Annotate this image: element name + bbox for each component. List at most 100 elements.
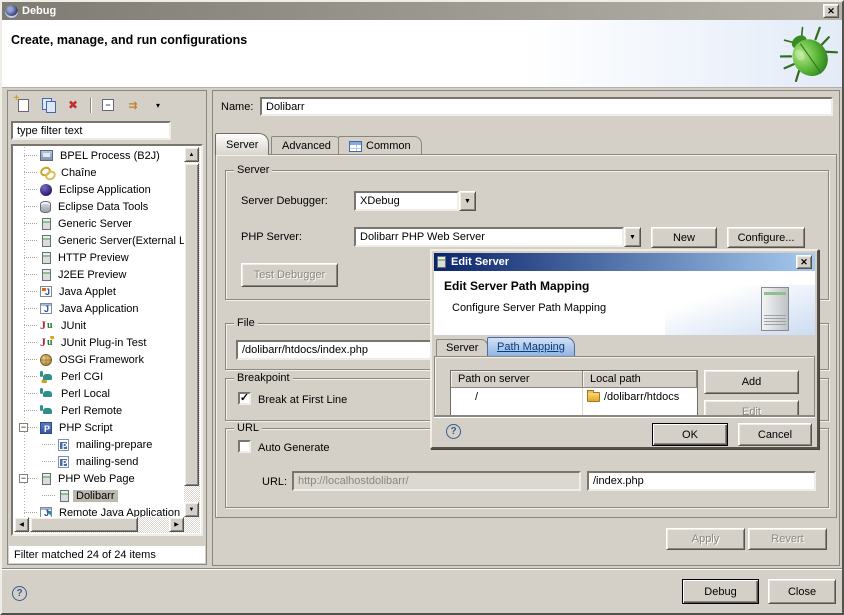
scroll-left-button[interactable]: ◀ <box>14 517 29 532</box>
tree-item-bpel-process-b2j[interactable]: BPEL Process (B2J) <box>14 147 184 164</box>
scroll-down-button[interactable]: ▼ <box>184 502 199 517</box>
tab-advanced[interactable]: Advanced <box>271 136 342 155</box>
tree-item-eclipse-application[interactable]: Eclipse Application <box>14 181 184 198</box>
tree-collapse-toggle[interactable]: − <box>19 423 28 432</box>
tree-item-cha-ne[interactable]: Chaîne <box>14 164 184 181</box>
name-input[interactable]: Dolibarr <box>260 97 833 116</box>
url-input[interactable]: http://localhostdolibarr/ <box>292 471 581 491</box>
tree-item-perl-cgi[interactable]: Perl CGI <box>14 368 184 385</box>
dialog-help-button[interactable]: ? <box>446 424 461 439</box>
dialog-tab-server[interactable]: Server <box>436 339 488 356</box>
add-mapping-button[interactable]: Add <box>704 370 799 394</box>
tree-item-label: OSGi Framework <box>56 354 147 366</box>
tree-item-eclipse-data-tools[interactable]: Eclipse Data Tools <box>14 198 184 215</box>
help-button[interactable]: ? <box>12 586 27 601</box>
break-at-first-line-label: Break at First Line <box>258 394 347 406</box>
scroll-up-button[interactable]: ▲ <box>184 147 199 162</box>
filter-launch-configs-button[interactable]: ⇉ <box>125 97 141 113</box>
scroll-right-button[interactable]: ▶ <box>169 517 184 532</box>
collapse-all-icon: − <box>102 99 114 111</box>
revert-button[interactable]: Revert <box>748 528 827 550</box>
server-debugger-label: Server Debugger: <box>241 195 328 207</box>
vertical-scroll-thumb[interactable] <box>184 163 199 486</box>
dialog-title: Edit Server <box>451 256 509 268</box>
php-server-combo[interactable]: Dolibarr PHP Web Server ▼ <box>354 227 641 247</box>
tree-item-label: Perl Remote <box>58 405 125 417</box>
perl-icon <box>40 404 54 417</box>
url-group-legend: URL <box>234 422 262 434</box>
tree-collapse-toggle[interactable]: − <box>19 474 28 483</box>
tree-item-generic-server[interactable]: Generic Server <box>14 215 184 232</box>
collapse-all-button[interactable]: − <box>100 97 116 113</box>
auto-generate-checkbox[interactable] <box>238 440 251 453</box>
tree-item-label: Generic Server(External La <box>55 235 184 247</box>
new-server-button[interactable]: New <box>651 227 717 248</box>
new-config-icon <box>18 99 29 112</box>
test-debugger-button[interactable]: Test Debugger <box>241 263 338 287</box>
chain-icon <box>40 166 54 179</box>
tree-item-label: mailing-prepare <box>73 439 155 451</box>
new-config-button[interactable] <box>15 97 31 113</box>
cancel-button[interactable]: Cancel <box>738 423 812 446</box>
column-header-path-on-server[interactable]: Path on server <box>451 371 583 388</box>
tree-item-perl-remote[interactable]: Perl Remote <box>14 402 184 419</box>
tree-item-java-application[interactable]: Java Application <box>14 300 184 317</box>
combo-arrow-icon[interactable]: ▼ <box>624 227 641 247</box>
mapping-row[interactable]: //dolibarr/htdocs <box>451 388 697 405</box>
filter-input[interactable]: type filter text <box>11 121 171 140</box>
empty-row-area <box>451 405 697 416</box>
auto-generate-label: Auto Generate <box>258 442 330 454</box>
common-tab-icon <box>349 141 362 152</box>
tab-common[interactable]: Common <box>338 136 422 155</box>
toolbar-dropdown-caret[interactable]: ▾ <box>150 97 166 113</box>
url-path-input[interactable]: /index.php <box>587 471 816 491</box>
tree-item-php-script[interactable]: −PHP Script <box>14 419 184 436</box>
junit-plugin-icon <box>40 336 54 349</box>
combo-arrow-icon[interactable]: ▼ <box>459 191 476 211</box>
debug-button[interactable]: Debug <box>682 579 759 604</box>
break-at-first-line-checkbox[interactable]: ✓ <box>238 392 251 405</box>
configure-server-button[interactable]: Configure... <box>727 227 805 248</box>
close-button[interactable]: Close <box>768 579 836 604</box>
dialog-tab-path-mapping[interactable]: Path Mapping <box>487 337 575 356</box>
tree-item-junit-plug-in-test[interactable]: JUnit Plug-in Test <box>14 334 184 351</box>
dialog-close-button[interactable]: ✕ <box>796 255 812 269</box>
tree-item-remote-java-application[interactable]: Remote Java Application <box>14 504 184 517</box>
tree-item-osgi-framework[interactable]: OSGi Framework <box>14 351 184 368</box>
tree-item-generic-server-external-la[interactable]: Generic Server(External La <box>14 232 184 249</box>
server-icon <box>42 218 51 230</box>
tree-item-junit[interactable]: JUnit <box>14 317 184 334</box>
dialog-tabs: Server Path Mapping <box>434 337 817 356</box>
edit-mapping-button[interactable]: Edit <box>704 400 799 416</box>
tree-item-label: J2EE Preview <box>55 269 129 281</box>
tree-vertical-scrollbar[interactable]: ▲ ▼ <box>184 147 200 517</box>
tab-server[interactable]: Server <box>215 133 269 155</box>
duplicate-config-button[interactable] <box>40 97 56 113</box>
delete-config-button[interactable]: ✖ <box>65 97 81 113</box>
server-debugger-combo[interactable]: XDebug ▼ <box>354 191 476 211</box>
perl-cgi-icon <box>40 370 54 383</box>
tab-server-label: Server <box>226 139 258 151</box>
horizontal-scroll-thumb[interactable] <box>30 517 138 532</box>
tree-item-http-preview[interactable]: HTTP Preview <box>14 249 184 266</box>
tree-item-dolibarr[interactable]: Dolibarr <box>14 487 184 504</box>
tree-item-label: Java Applet <box>56 286 119 298</box>
apply-button[interactable]: Apply <box>666 528 745 550</box>
tree-item-perl-local[interactable]: Perl Local <box>14 385 184 402</box>
tree-item-label: Remote Java Application <box>56 507 183 518</box>
tree-item-mailing-prepare[interactable]: mailing-prepare <box>14 436 184 453</box>
server-icon <box>42 473 51 485</box>
column-header-local-path[interactable]: Local path <box>583 371 697 388</box>
tree-item-php-web-page[interactable]: −PHP Web Page <box>14 470 184 487</box>
ok-button[interactable]: OK <box>652 423 728 446</box>
remote-java-icon <box>40 507 52 517</box>
toolbar-separator <box>90 98 91 113</box>
tree-horizontal-scrollbar[interactable]: ◀ ▶ <box>14 517 184 533</box>
tree-item-mailing-send[interactable]: mailing-send <box>14 453 184 470</box>
debug-window: Debug ✕ Create, manage, and run configur… <box>0 0 844 615</box>
tree-item-j2ee-preview[interactable]: J2EE Preview <box>14 266 184 283</box>
server-group-legend: Server <box>234 164 272 176</box>
tree-item-java-applet[interactable]: Java Applet <box>14 283 184 300</box>
tree-item-label: JUnit Plug-in Test <box>58 337 149 349</box>
window-close-button[interactable]: ✕ <box>823 4 839 18</box>
